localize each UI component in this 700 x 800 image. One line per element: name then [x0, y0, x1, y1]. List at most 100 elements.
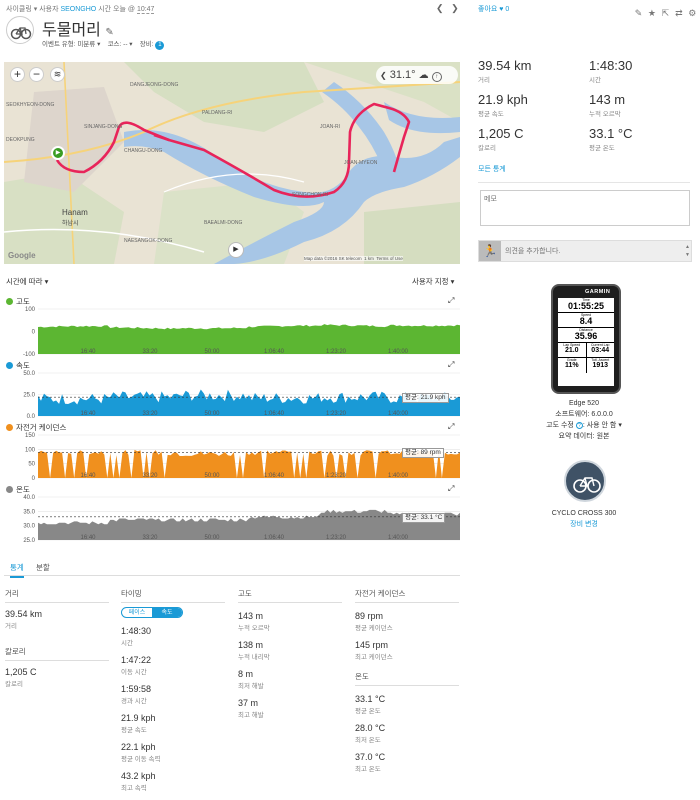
- zoom-in-button[interactable]: +: [10, 67, 25, 82]
- y-tick-label: 30.0: [23, 524, 35, 530]
- y-tick-label: 25.0: [23, 393, 35, 399]
- chart-cadence[interactable]: 150 100 50 0 16:40 33:20 50:00 1:06:40 1:23:20 1:…: [0, 432, 460, 486]
- x-axis-mode-select[interactable]: 시간에 따라 ▾: [6, 276, 48, 287]
- course-select[interactable]: 코스: -- ▾: [108, 41, 133, 48]
- previous-arrow-icon[interactable]: ❮: [436, 3, 444, 13]
- stat-item: 37 m 최고 해발: [238, 698, 342, 719]
- stat-value: 37 m: [238, 698, 259, 708]
- expand-icon[interactable]: ⤢: [448, 296, 454, 306]
- y-tick-label: 150: [25, 433, 36, 439]
- x-tick-label: 1:06:40: [264, 535, 285, 541]
- stat-value: 145 rpm: [355, 640, 389, 650]
- summary-time: 1:48:30 시간: [589, 58, 633, 84]
- device-image: GARMIN Time 01:55:25 Speed 8.4 Distance …: [551, 284, 621, 394]
- average-badge: 평균: 33.1 °C: [402, 512, 446, 523]
- stat-value: 1:48:30: [121, 626, 152, 636]
- x-tick-label: 50:00: [204, 411, 220, 417]
- all-stats-link[interactable]: 모든 통계: [478, 164, 506, 174]
- custom-select[interactable]: 사용자 지정 ▾: [412, 276, 454, 287]
- timing-list: 1:48:30 시간 1:47:22 이동 시간 1:59:58 경과 시간 21.9 kp…: [121, 626, 225, 792]
- wind-icon: ↑: [431, 72, 442, 82]
- chart-elevation[interactable]: 100 0 -100 16:40 33:20 50:00 1:06:40 1:23:20 1:4…: [0, 306, 460, 362]
- x-tick-label: 1:23:20: [326, 411, 347, 417]
- elevation-list: 143 m 누적 오르막 138 m 누적 내리막 8 m 최저 해발 37 m 최고 해발: [238, 611, 342, 719]
- stat-label: 최고 속력: [121, 785, 147, 792]
- gear-count-badge[interactable]: 1: [155, 41, 165, 50]
- chart-speed[interactable]: 50.0 25.0 0.0 16:40 33:20 50:00 1:06:40 1:23:20…: [0, 370, 460, 424]
- settings-icon[interactable]: ⚙: [688, 9, 697, 18]
- stat-label: 누적 오르막: [238, 625, 270, 632]
- chart-title-label: 자전거 케이던스: [16, 423, 67, 432]
- x-tick-label: 1:06:40: [264, 473, 285, 479]
- elevation-correction-select[interactable]: 사용 안 함 ▾: [587, 422, 622, 429]
- next-arrow-icon[interactable]: ❯: [451, 3, 459, 13]
- x-tick-label: 16:40: [80, 535, 96, 541]
- stat-label: 시간: [121, 640, 133, 647]
- edit-icon[interactable]: ✎: [634, 9, 643, 18]
- average-badge: 평균: 89 rpm: [402, 448, 444, 459]
- summary-elev-gain: 143 m 누적 오르막: [589, 92, 626, 118]
- map-attribution: Map data ©2016 SK telecom 1 km Terms of …: [304, 256, 403, 261]
- legend-dot: [6, 424, 13, 431]
- map-place-label: DANGJEONG-DONG: [130, 82, 179, 88]
- stat-item: 143 m 누적 오르막: [238, 611, 342, 632]
- map-canvas[interactable]: [4, 62, 460, 264]
- map[interactable]: DANGJEONG-DONG PALDANG-RI SINJANG-DONG S…: [4, 62, 460, 264]
- y-tick-label: 50.0: [23, 371, 35, 377]
- map-place-label: NAESANGOK-DONG: [124, 238, 173, 244]
- expand-icon[interactable]: ⤢: [448, 360, 454, 370]
- weather-temperature: 31.1°: [389, 69, 416, 81]
- chart-temperature[interactable]: 40.0 35.0 30.0 25.0 16:40 33:20 50:00 1:06:40 1:…: [0, 494, 460, 548]
- device-software: 소프트웨어: 6.0.0.0: [555, 411, 613, 418]
- legend-dot: [6, 362, 13, 369]
- expand-icon[interactable]: ⤢: [448, 484, 454, 494]
- tab-stats[interactable]: 통계: [10, 562, 24, 578]
- x-tick-label: 33:20: [142, 535, 158, 541]
- comment-input[interactable]: [505, 244, 683, 258]
- activity-type[interactable]: 사이클링: [6, 6, 32, 13]
- play-button[interactable]: ▶: [228, 242, 244, 258]
- average-badge: 평균: 21.9 kph: [402, 393, 449, 404]
- start-marker-icon[interactable]: ▶: [51, 146, 65, 160]
- page-title[interactable]: 두물머리: [42, 22, 101, 39]
- divider: [478, 182, 690, 183]
- stat-item: 21.9 kph 평균 속도: [121, 713, 225, 734]
- pencil-icon[interactable]: ✎: [105, 27, 113, 38]
- star-icon[interactable]: ★: [647, 9, 656, 18]
- map-place-label: PALDANG-RI: [202, 110, 233, 116]
- stat-item: 138 m 누적 내리막: [238, 640, 342, 661]
- info-icon[interactable]: ?: [575, 422, 583, 429]
- stat-item: 43.2 kph 최고 속력: [121, 771, 225, 792]
- stat-value: 89 rpm: [355, 611, 384, 621]
- time-value[interactable]: 10:47: [136, 6, 155, 14]
- scrollbar[interactable]: ▲ ▼: [685, 243, 690, 259]
- expand-icon[interactable]: ⤢: [448, 422, 454, 432]
- pace-toggle-button[interactable]: 페이스: [122, 608, 152, 617]
- stat-value: 22.1 kph: [121, 742, 156, 752]
- x-tick-label: 50:00: [204, 473, 220, 479]
- weather-widget: ❮ 31.1° ☁ ↑: [376, 66, 458, 84]
- y-tick-label: 0.0: [27, 414, 36, 420]
- user-name-link[interactable]: SEONGHO: [60, 6, 96, 13]
- stat-label: 최고 온도: [355, 766, 381, 773]
- share-icon[interactable]: ⇱: [661, 9, 670, 18]
- tab-laps[interactable]: 분할: [36, 562, 50, 573]
- speed-toggle-button[interactable]: 속도: [152, 608, 182, 617]
- layers-button[interactable]: ≋: [50, 67, 65, 82]
- stat-label: 최저 해발: [238, 683, 264, 690]
- notes-textarea[interactable]: [480, 190, 690, 226]
- change-gear-link[interactable]: 장비 변경: [478, 519, 690, 530]
- like-link[interactable]: 좋아요: [478, 6, 497, 13]
- export-icon[interactable]: ⇄: [674, 9, 683, 18]
- zoom-out-button[interactable]: −: [29, 67, 44, 82]
- stats-header-calories: 칼로리: [5, 646, 109, 661]
- terms-link[interactable]: Terms of Use: [376, 256, 403, 261]
- heart-icon[interactable]: ♥: [499, 6, 503, 13]
- stat-item: 37.0 °C 최고 온도: [355, 752, 459, 773]
- map-city-label: Hanam: [62, 208, 88, 217]
- chevron-left-icon[interactable]: ❮: [380, 71, 387, 80]
- tab-bar: 통계 분할: [4, 560, 460, 578]
- y-tick-label: 50: [28, 462, 35, 468]
- stat-value: 21.9 kph: [121, 713, 156, 723]
- event-type-select[interactable]: 이벤트 유형: 미분류 ▾: [42, 41, 100, 48]
